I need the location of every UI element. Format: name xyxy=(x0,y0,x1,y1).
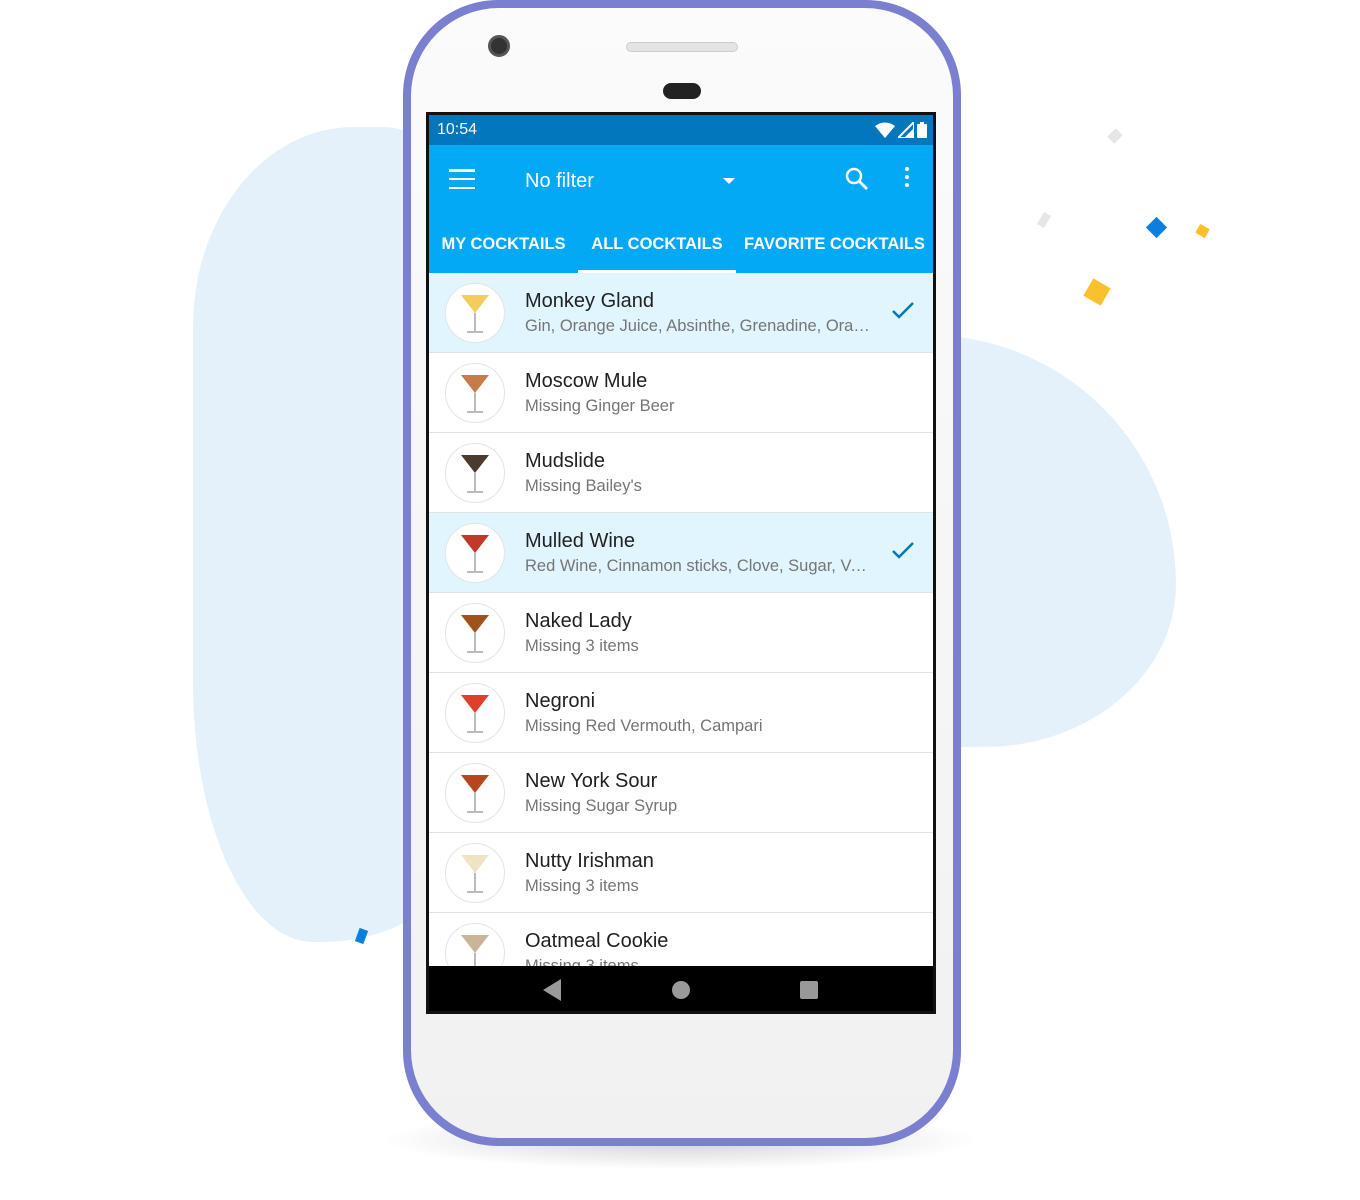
dropdown-arrow-icon xyxy=(723,178,735,184)
cocktail-list[interactable]: Monkey Gland Gin, Orange Juice, Absinthe… xyxy=(429,273,933,966)
list-item[interactable]: Mulled Wine Red Wine, Cinnamon sticks, C… xyxy=(429,513,933,593)
camera xyxy=(488,35,510,57)
cocktail-ingredients: Missing 3 items xyxy=(525,956,639,967)
status-time: 10:54 xyxy=(437,121,478,138)
confetti xyxy=(1145,216,1168,239)
cocktail-image xyxy=(445,282,505,343)
tab-all-cocktails[interactable]: ALL COCKTAILS xyxy=(578,215,736,273)
more-vert-icon[interactable] xyxy=(905,167,909,187)
cocktail-image xyxy=(445,522,505,583)
status-bar: 10:54 xyxy=(429,115,933,145)
phone-screen: 10:54 No filter MY COCKTAILS ALL COCKTAI… xyxy=(426,112,936,1014)
confetti xyxy=(1195,223,1210,239)
list-item[interactable]: Moscow Mule Missing Ginger Beer xyxy=(429,353,933,433)
cocktail-ingredients: Missing Sugar Syrup xyxy=(525,796,678,815)
cocktail-name: Mudslide xyxy=(525,449,606,472)
cocktail-image xyxy=(445,362,505,423)
speaker xyxy=(626,42,738,52)
home-icon[interactable] xyxy=(671,980,691,1000)
cocktail-ingredients: Missing Red Vermouth, Campari xyxy=(525,716,763,735)
recents-icon[interactable] xyxy=(799,980,819,1000)
sensor xyxy=(663,83,701,99)
cocktail-image xyxy=(445,922,505,966)
battery-icon xyxy=(917,122,927,138)
confetti xyxy=(1083,278,1111,306)
list-item[interactable]: Negroni Missing Red Vermouth, Campari xyxy=(429,673,933,753)
menu-icon[interactable] xyxy=(449,169,475,189)
tab-my-cocktails[interactable]: MY COCKTAILS xyxy=(429,215,578,273)
search-icon[interactable] xyxy=(845,167,869,191)
cocktail-name: Naked Lady xyxy=(525,609,632,632)
confetti xyxy=(1037,211,1051,229)
wifi-icon xyxy=(875,122,895,138)
back-icon[interactable] xyxy=(543,979,563,1001)
list-item[interactable]: Nutty Irishman Missing 3 items xyxy=(429,833,933,913)
list-item[interactable]: Monkey Gland Gin, Orange Juice, Absinthe… xyxy=(429,273,933,353)
cocktail-image xyxy=(445,762,505,823)
cocktail-image xyxy=(445,602,505,663)
cocktail-name: Monkey Gland xyxy=(525,289,654,312)
cocktail-ingredients: Missing Bailey's xyxy=(525,476,642,495)
cocktail-name: Oatmeal Cookie xyxy=(525,929,669,952)
check-icon xyxy=(892,542,914,559)
cocktail-ingredients: Missing 3 items xyxy=(525,636,639,655)
cocktail-ingredients: Missing 3 items xyxy=(525,876,639,895)
cocktail-ingredients: Missing Ginger Beer xyxy=(525,396,675,415)
cocktail-name: Negroni xyxy=(525,689,596,712)
cocktail-name: Mulled Wine xyxy=(525,529,636,552)
filter-value: No filter xyxy=(525,169,594,192)
cocktail-name: Moscow Mule xyxy=(525,369,648,392)
cocktail-image xyxy=(445,842,505,903)
cocktail-name: New York Sour xyxy=(525,769,658,792)
signal-icon xyxy=(898,122,914,138)
navigation-bar xyxy=(429,966,933,1011)
list-item[interactable]: New York Sour Missing Sugar Syrup xyxy=(429,753,933,833)
cocktail-image xyxy=(445,682,505,743)
cocktail-name: Nutty Irishman xyxy=(525,849,654,872)
list-item[interactable]: Mudslide Missing Bailey's xyxy=(429,433,933,513)
list-item[interactable]: Naked Lady Missing 3 items xyxy=(429,593,933,673)
confetti xyxy=(1107,128,1123,144)
list-item[interactable]: Oatmeal Cookie Missing 3 items xyxy=(429,913,933,966)
tab-favorite-cocktails[interactable]: FAVORITE COCKTAILS xyxy=(736,215,933,273)
toolbar: No filter MY COCKTAILS ALL COCKTAILS FAV… xyxy=(429,145,933,273)
tab-bar: MY COCKTAILS ALL COCKTAILS FAVORITE COCK… xyxy=(429,215,933,273)
cocktail-image xyxy=(445,442,505,503)
filter-dropdown[interactable]: No filter xyxy=(525,169,735,193)
cocktail-ingredients: Red Wine, Cinnamon sticks, Clove, Sugar,… xyxy=(525,556,875,575)
cocktail-ingredients: Gin, Orange Juice, Absinthe, Grenadine, … xyxy=(525,316,875,335)
check-icon xyxy=(892,302,914,319)
